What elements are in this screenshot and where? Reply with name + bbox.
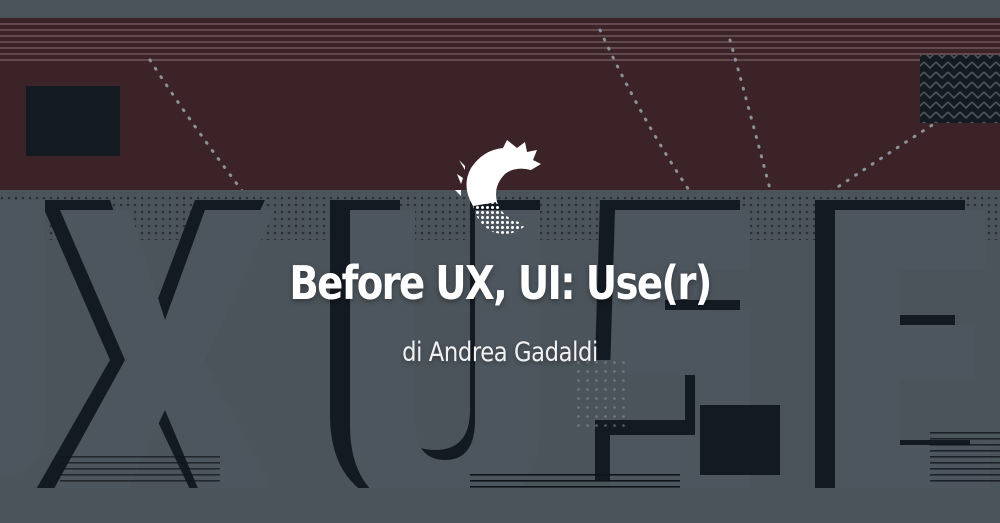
hero-banner: Before UX, UI: Use(r) di Andrea Gadaldi bbox=[0, 0, 1000, 523]
page-title: Before UX, UI: Use(r) bbox=[289, 256, 712, 310]
dragon-crest-logo-icon bbox=[455, 140, 541, 234]
author-byline: di Andrea Gadaldi bbox=[402, 337, 598, 368]
